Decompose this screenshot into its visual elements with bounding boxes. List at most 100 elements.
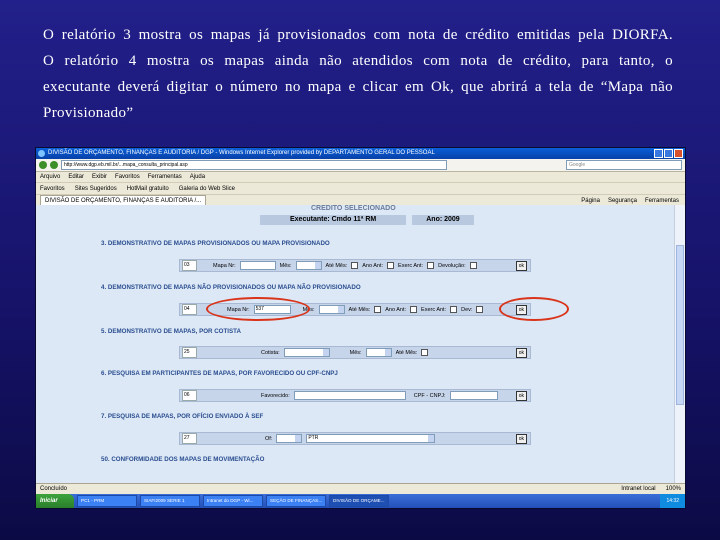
ok-button[interactable]: ok: [515, 260, 527, 271]
section-code: 03: [182, 260, 197, 271]
status-text: Concluído: [40, 486, 68, 492]
favorites-button[interactable]: Favoritos: [40, 186, 65, 192]
tool-ferramentas[interactable]: Ferramentas: [645, 198, 679, 204]
section-5-form: 25 Cotista: Mês: Até Mês: ok: [179, 346, 531, 359]
status-bar: Concluído Intranet local 100%: [36, 483, 685, 494]
window-title: DIVISÃO DE ORÇAMENTO, FINANÇAS E AUDITOR…: [48, 150, 435, 156]
mapa-label: Mapa Nr:: [213, 262, 236, 269]
back-icon[interactable]: [39, 161, 47, 169]
ie-icon: [38, 150, 45, 157]
caption-line-1: O relatório 3 mostra os mapas já provisi…: [43, 27, 673, 43]
ate-mes-label: Até Mês:: [325, 262, 348, 269]
window-controls: [654, 149, 683, 158]
mapa-input[interactable]: [239, 261, 276, 270]
zone-label: Intranet local: [621, 486, 656, 492]
forward-icon[interactable]: [50, 161, 58, 169]
favorecido-input[interactable]: [293, 391, 406, 400]
task-item[interactable]: Intranet do DGP - Wi...: [203, 495, 263, 507]
windows-taskbar: Iniciar PC1 - PRM SIAFI2009 SERIE 1 Intr…: [36, 494, 685, 508]
ok-button[interactable]: ok: [515, 433, 527, 444]
highlight-mapa-oval: [206, 297, 310, 321]
exerc-ant-label: Exerc Ant:: [421, 306, 447, 313]
of-select[interactable]: [276, 434, 303, 443]
section-code: 25: [182, 347, 197, 358]
tool-seguranca[interactable]: Segurança: [608, 198, 637, 204]
highlight-ok-oval: [499, 297, 569, 321]
system-clock: 14:32: [660, 494, 685, 508]
devolucao-label: Devolução:: [438, 262, 466, 269]
mes-select[interactable]: [318, 305, 345, 314]
task-item[interactable]: PC1 - PRM: [77, 495, 137, 507]
mes-select[interactable]: [365, 348, 392, 357]
section-4-title: 4. DEMONSTRATIVO DE MAPAS NÃO PROVISIONA…: [101, 284, 361, 291]
ok-button[interactable]: ok: [515, 347, 527, 358]
tab-tools: Página Segurança Ferramentas: [581, 198, 685, 204]
window-titlebar: DIVISÃO DE ORÇAMENTO, FINANÇAS E AUDITOR…: [36, 148, 685, 159]
cpf-cnpj-label: CPF - CNPJ:: [413, 392, 446, 399]
zoom-level[interactable]: 100%: [666, 486, 681, 492]
cpf-cnpj-input[interactable]: [449, 391, 498, 400]
cotista-select[interactable]: [283, 348, 330, 357]
section-6-form: 06 Favorecido: CPF - CNPJ: ok: [179, 389, 531, 402]
favorecido-label: Favorecido:: [261, 392, 290, 399]
cotista-label: Cotista:: [261, 349, 280, 356]
scrollbar-thumb[interactable]: [676, 245, 684, 405]
mes-select[interactable]: [295, 261, 322, 270]
ano-ant-checkbox[interactable]: [387, 262, 395, 269]
favorites-bar: Favoritos Sites Sugeridos HotMail gratui…: [36, 183, 685, 195]
ate-mes-checkbox[interactable]: [351, 262, 359, 269]
ptr-select[interactable]: PTR: [306, 434, 436, 443]
maximize-icon[interactable]: [664, 149, 673, 158]
dev-label: Dev:: [461, 306, 473, 313]
fav-hotmail[interactable]: HotMail gratuito: [127, 186, 169, 192]
fav-web-slice[interactable]: Galeria do Web Slice: [179, 186, 235, 192]
section-3-title: 3. DEMONSTRATIVO DE MAPAS PROVISIONADOS …: [101, 240, 330, 247]
section-code: 06: [182, 390, 197, 401]
minimize-icon[interactable]: [654, 149, 663, 158]
start-button[interactable]: Iniciar: [36, 494, 74, 508]
mes-label: Mês:: [279, 262, 292, 269]
ok-button[interactable]: ok: [515, 390, 527, 401]
ate-mes-label: Até Mês:: [348, 306, 371, 313]
slide-caption: O relatório 3 mostra os mapas já provisi…: [43, 22, 673, 126]
search-input[interactable]: Google: [566, 160, 682, 170]
ate-mes-checkbox[interactable]: [374, 306, 382, 313]
status-right: Intranet local 100%: [621, 486, 681, 492]
section-6-title: 6. PESQUISA EM PARTICIPANTES DE MAPAS, P…: [101, 370, 338, 377]
ano-ant-label: Ano Ant:: [362, 262, 384, 269]
menu-ferramentas[interactable]: Ferramentas: [148, 174, 182, 180]
section-7-form: 27 Of: PTR ok: [179, 432, 531, 445]
ate-mes-checkbox[interactable]: [421, 349, 429, 356]
dev-checkbox[interactable]: [476, 306, 484, 313]
menu-editar[interactable]: Editar: [68, 174, 84, 180]
ano-ant-checkbox[interactable]: [410, 306, 418, 313]
page-scrollbar[interactable]: [674, 205, 685, 483]
browser-screenshot: DIVISÃO DE ORÇAMENTO, FINANÇAS E AUDITOR…: [36, 148, 685, 508]
task-item-active[interactable]: DIVISÃO DE ORÇAME...: [329, 495, 389, 507]
menu-favoritos[interactable]: Favoritos: [115, 174, 140, 180]
devolucao-checkbox[interactable]: [469, 262, 477, 269]
address-input[interactable]: [61, 160, 447, 170]
menu-exibir[interactable]: Exibir: [92, 174, 107, 180]
ate-mes-label: Até Mês:: [395, 349, 418, 356]
fav-sites-sugeridos[interactable]: Sites Sugeridos: [75, 186, 117, 192]
exerc-ant-checkbox[interactable]: [450, 306, 458, 313]
menu-ajuda[interactable]: Ajuda: [190, 174, 205, 180]
exerc-ant-checkbox[interactable]: [427, 262, 435, 269]
section-code: 27: [182, 433, 197, 444]
address-bar: Google: [36, 159, 685, 172]
menu-arquivo[interactable]: Arquivo: [40, 174, 60, 180]
executante-label: Executante: Cmdo 11ª RM: [260, 215, 407, 225]
section-5-title: 5. DEMONSTRATIVO DE MAPAS, POR COTISTA: [101, 328, 241, 335]
web-page: CREDITO SELECIONADO Executante: Cmdo 11ª…: [36, 205, 675, 483]
section-3-form: 03 Mapa Nr: Mês: Até Mês: Ano Ant: Exerc…: [179, 259, 531, 272]
close-icon[interactable]: [674, 149, 683, 158]
exerc-ant-label: Exerc Ant:: [398, 262, 424, 269]
tool-pagina[interactable]: Página: [581, 198, 600, 204]
mes-label: Mês:: [349, 349, 362, 356]
period-box: Executante: Cmdo 11ª RM Ano: 2009: [260, 215, 474, 225]
task-item[interactable]: SEÇÃO DE FINANÇAS...: [266, 495, 326, 507]
ano-label: Ano: 2009: [412, 215, 474, 225]
section-50-title: 50. CONFORMIDADE DOS MAPAS DE MOVIMENTAÇ…: [101, 456, 265, 463]
task-item[interactable]: SIAFI2009 SERIE 1: [140, 495, 200, 507]
